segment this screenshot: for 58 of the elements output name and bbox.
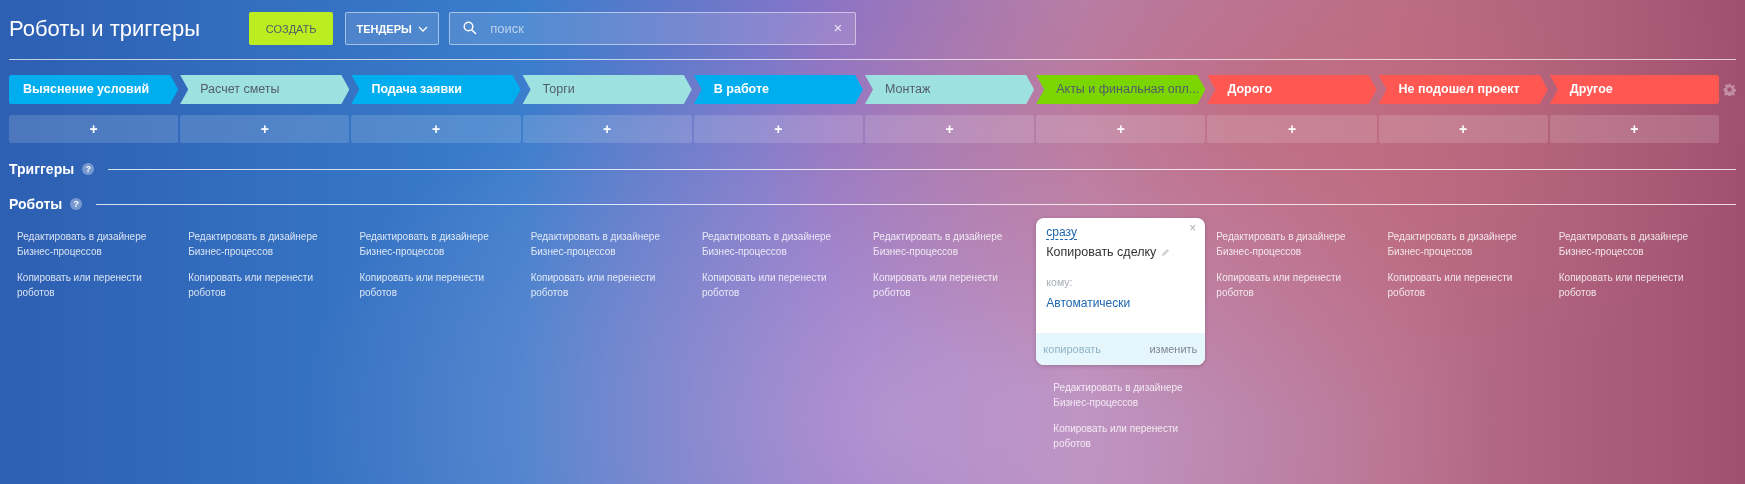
edit-designer-link[interactable]: Редактировать в дизайнере Бизнес-процессов xyxy=(1387,229,1533,259)
stage-label[interactable]: Выяснение условий xyxy=(9,75,179,104)
edit-designer-link[interactable]: Редактировать в дизайнере Бизнес-процессов xyxy=(530,229,676,259)
edit-designer-link[interactable]: Редактировать в дизайнере Бизнес-процессов xyxy=(873,229,1019,259)
category-dropdown[interactable]: ТЕНДЕРЫ xyxy=(345,12,440,45)
add-robot-button[interactable]: + xyxy=(1378,115,1548,143)
edit-designer-link[interactable]: Редактировать в дизайнере Бизнес-процессов xyxy=(188,229,334,259)
add-robot-button[interactable]: + xyxy=(1207,115,1377,143)
section-title: Роботы xyxy=(9,196,63,212)
copy-robots-link[interactable]: Копировать или перенести роботов xyxy=(1387,270,1533,300)
field-label: кому: xyxy=(1046,276,1073,288)
stage-label[interactable]: Акты и финальная опл... xyxy=(1036,75,1206,104)
edit-designer-link[interactable]: Редактировать в дизайнере Бизнес-процессов xyxy=(701,229,847,259)
robot-title: Копировать сделку xyxy=(1046,245,1157,259)
copy-robots-link[interactable]: Копировать или перенести роботов xyxy=(1044,421,1199,451)
add-robot-button[interactable]: + xyxy=(522,115,692,143)
stage-label[interactable]: Расчет сметы xyxy=(180,75,350,104)
settings-icon[interactable] xyxy=(1723,83,1736,96)
help-icon[interactable]: ? xyxy=(82,163,95,175)
stage-label[interactable]: В работе xyxy=(693,75,863,104)
search-icon xyxy=(463,21,478,35)
edit-designer-link[interactable]: Редактировать в дизайнере Бизнес-процессов xyxy=(1558,229,1704,259)
clear-icon[interactable]: × xyxy=(833,19,843,37)
edit-designer-link[interactable]: Редактировать в дизайнере Бизнес-процессов xyxy=(17,229,162,259)
edit-designer-link[interactable]: Редактировать в дизайнере Бизнес-процессов xyxy=(1216,229,1362,259)
copy-robots-link[interactable]: Копировать или перенести роботов xyxy=(530,270,676,300)
add-robot-button[interactable]: + xyxy=(9,115,179,143)
copy-robots-link[interactable]: Копировать или перенести роботов xyxy=(873,270,1019,300)
copy-robots-link[interactable]: Копировать или перенести роботов xyxy=(17,270,162,300)
add-robot-button[interactable]: + xyxy=(1549,115,1719,143)
add-robot-button[interactable]: + xyxy=(865,115,1035,143)
copy-robots-link[interactable]: Копировать или перенести роботов xyxy=(188,270,334,300)
edit-designer-link[interactable]: Редактировать в дизайнере Бизнес-процессов xyxy=(1044,380,1199,410)
copy-robots-link[interactable]: Копировать или перенести роботов xyxy=(1216,270,1362,300)
stage-label[interactable]: Не подошел проект xyxy=(1378,75,1548,104)
create-button[interactable]: СОЗДАТЬ xyxy=(249,12,334,45)
add-robot-button[interactable]: + xyxy=(351,115,521,143)
delay-link[interactable]: сразу xyxy=(1046,225,1077,240)
help-icon[interactable]: ? xyxy=(70,198,83,210)
pencil-icon[interactable] xyxy=(1161,247,1171,257)
stage-label[interactable]: Дорого xyxy=(1207,75,1377,104)
page-title: Роботы и триггеры xyxy=(9,15,201,42)
caret-icon xyxy=(417,25,428,32)
stage-label[interactable]: Торги xyxy=(522,75,692,104)
copy-robots-link[interactable]: Копировать или перенести роботов xyxy=(701,270,847,300)
add-robot-button[interactable]: + xyxy=(693,115,863,143)
stage-label[interactable]: Другое xyxy=(1549,75,1719,104)
edit-designer-link[interactable]: Редактировать в дизайнере Бизнес-процессов xyxy=(359,229,505,259)
copy-robots-link[interactable]: Копировать или перенести роботов xyxy=(359,270,505,300)
section-title: Триггеры xyxy=(9,161,75,177)
add-robot-button[interactable]: + xyxy=(1036,115,1206,143)
stage-label[interactable]: Подача заявки xyxy=(351,75,521,104)
field-value-link[interactable]: Автоматически xyxy=(1046,296,1131,310)
copy-robots-link[interactable]: Копировать или перенести роботов xyxy=(1558,270,1704,300)
stage-label[interactable]: Монтаж xyxy=(865,75,1035,104)
edit-button[interactable]: изменить xyxy=(1149,343,1198,355)
close-icon[interactable]: × xyxy=(1189,221,1197,235)
add-robot-button[interactable]: + xyxy=(180,115,350,143)
